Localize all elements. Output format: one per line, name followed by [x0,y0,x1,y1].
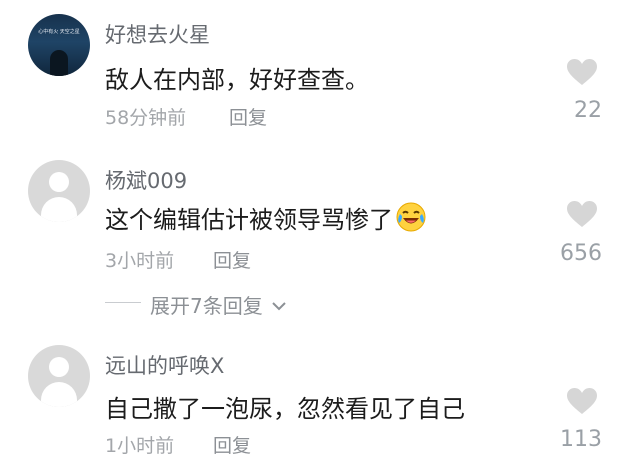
like-count: 656 [560,241,602,266]
expand-replies-label: 展开7条回复 [150,294,263,318]
like-count: 22 [574,98,602,123]
avatar-body [41,382,77,407]
crying-laughing-emoji [396,202,426,232]
reply-button[interactable]: 回复 [213,246,251,273]
avatar-figure [50,50,68,76]
avatar[interactable] [28,345,90,407]
avatar[interactable] [28,160,90,222]
heart-icon[interactable] [566,200,598,228]
avatar-banner-text: 心中有火 天空之星 [38,29,80,35]
comment-item: 杨斌009 这个编辑估计被领导骂惨了 3小时前 回复 656 展开7条回复 [0,150,620,335]
reply-button[interactable]: 回复 [229,103,267,130]
comment-time: 3小时前 [105,250,175,272]
expand-divider [105,302,141,303]
avatar-head [49,172,69,192]
comment-text: 自己撒了一泡尿，忽然看见了自己 [105,395,465,423]
comment-text-content: 这个编辑估计被领导骂惨了 [105,206,393,234]
chevron-down-icon [272,302,286,311]
comment-time: 58分钟前 [105,107,187,129]
avatar[interactable]: 心中有火 天空之星 [28,14,90,76]
avatar-head [49,357,69,377]
comment-text: 敌人在内部，好好查查。 [105,66,369,94]
like-count: 113 [560,427,602,452]
username[interactable]: 远山的呼唤X [105,350,224,380]
avatar-body [41,197,77,222]
username[interactable]: 好想去火星 [105,19,210,49]
heart-icon[interactable] [566,58,598,86]
comment-text: 这个编辑估计被领导骂惨了 [105,200,427,235]
comment-item: 远山的呼唤X 自己撒了一泡尿，忽然看见了自己 1小时前 回复 113 [0,335,620,457]
comment-item: 心中有火 天空之星 好想去火星 敌人在内部，好好查查。 58分钟前 回复 22 [0,0,620,150]
username[interactable]: 杨斌009 [105,165,187,195]
heart-icon[interactable] [566,387,598,415]
expand-replies-button[interactable]: 展开7条回复 [150,290,287,319]
